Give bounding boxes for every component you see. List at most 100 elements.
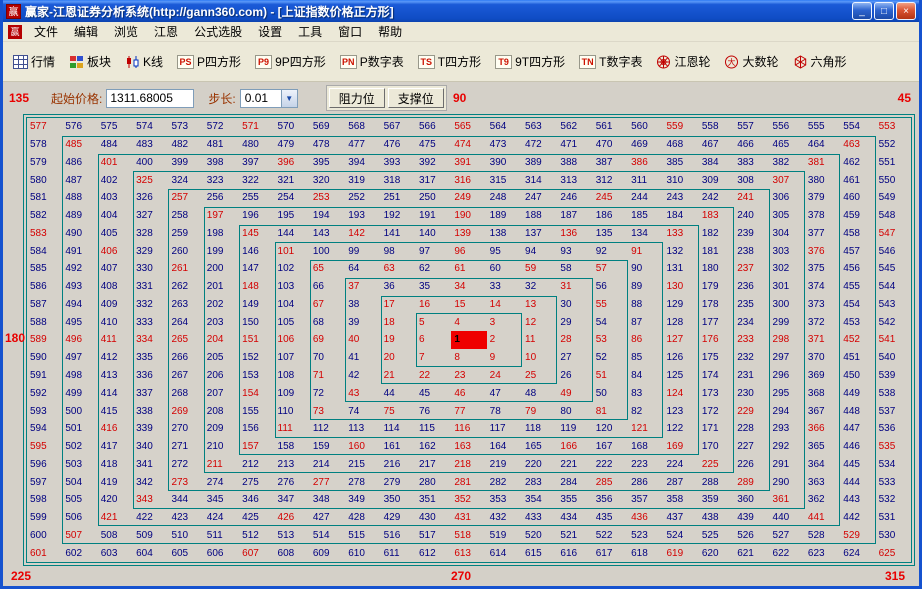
grid-cell[interactable]: 427 [310,509,345,527]
grid-cell[interactable]: 442 [840,509,875,527]
grid-cell[interactable]: 611 [381,544,416,562]
grid-cell[interactable]: 515 [345,526,380,544]
grid-cell[interactable]: 294 [770,402,805,420]
grid-cell[interactable]: 41 [345,349,380,367]
grid-cell[interactable]: 131 [663,260,698,278]
restore-button[interactable]: □ [874,2,894,20]
grid-cell[interactable]: 474 [451,136,486,154]
grid-cell[interactable]: 428 [345,509,380,527]
grid-cell[interactable]: 349 [345,491,380,509]
grid-cell[interactable]: 381 [805,154,840,172]
grid-cell[interactable]: 561 [593,118,628,136]
grid-cell[interactable]: 231 [734,367,769,385]
grid-cell[interactable]: 573 [168,118,203,136]
grid-cell[interactable]: 564 [487,118,522,136]
grid-cell[interactable]: 519 [487,526,522,544]
grid-cell[interactable]: 379 [805,189,840,207]
grid-cell[interactable]: 461 [840,171,875,189]
grid-cell[interactable]: 581 [27,189,62,207]
grid-cell[interactable]: 78 [487,402,522,420]
grid-cell[interactable]: 85 [628,349,663,367]
grid-cell[interactable]: 10 [522,349,557,367]
grid-cell[interactable]: 149 [239,296,274,314]
grid-cell[interactable]: 176 [699,331,734,349]
grid-cell[interactable]: 314 [522,171,557,189]
grid-cell[interactable]: 99 [345,242,380,260]
grid-cell[interactable]: 292 [770,438,805,456]
grid-cell[interactable]: 201 [204,278,239,296]
grid-cell[interactable]: 453 [840,313,875,331]
grid-cell[interactable]: 556 [770,118,805,136]
grid-cell[interactable]: 237 [734,260,769,278]
grid-cell[interactable]: 25 [522,367,557,385]
grid-cell[interactable]: 34 [451,278,486,296]
grid-cell[interactable]: 357 [628,491,663,509]
grid-cell[interactable]: 436 [628,509,663,527]
grid-cell[interactable]: 2 [487,331,522,349]
grid-cell[interactable]: 165 [522,438,557,456]
grid-cell[interactable]: 475 [416,136,451,154]
grid-cell[interactable]: 372 [805,313,840,331]
grid-cell[interactable]: 498 [62,367,97,385]
grid-cell[interactable]: 499 [62,384,97,402]
grid-cell[interactable]: 509 [133,526,168,544]
grid-cell[interactable]: 42 [345,367,380,385]
grid-cell[interactable]: 395 [310,154,345,172]
grid-cell[interactable]: 575 [98,118,133,136]
grid-cell[interactable]: 548 [876,207,911,225]
grid-cell[interactable]: 258 [168,207,203,225]
grid-cell[interactable]: 476 [381,136,416,154]
close-button[interactable]: × [896,2,916,20]
grid-cell[interactable]: 570 [275,118,310,136]
grid-cell[interactable]: 116 [451,420,486,438]
grid-cell[interactable]: 15 [451,296,486,314]
grid-cell[interactable]: 614 [487,544,522,562]
grid-cell[interactable]: 470 [593,136,628,154]
grid-cell[interactable]: 466 [734,136,769,154]
grid-cell[interactable]: 537 [876,402,911,420]
grid-cell[interactable]: 566 [416,118,451,136]
grid-cell[interactable]: 181 [699,242,734,260]
grid-cell[interactable]: 121 [628,420,663,438]
grid-cell[interactable]: 214 [310,455,345,473]
grid-cell[interactable]: 252 [345,189,380,207]
grid-cell[interactable]: 568 [345,118,380,136]
grid-cell[interactable]: 455 [840,278,875,296]
grid-cell[interactable]: 473 [487,136,522,154]
grid-cell[interactable]: 448 [840,402,875,420]
grid-cell[interactable]: 607 [239,544,274,562]
grid-cell[interactable]: 184 [663,207,698,225]
grid-cell[interactable]: 463 [840,136,875,154]
grid-cell[interactable]: 613 [451,544,486,562]
grid-cell[interactable]: 57 [593,260,628,278]
grid-cell[interactable]: 360 [734,491,769,509]
grid-cell[interactable]: 617 [593,544,628,562]
grid-cell[interactable]: 48 [522,384,557,402]
grid-cell[interactable]: 194 [310,207,345,225]
grid-cell[interactable]: 500 [62,402,97,420]
grid-cell[interactable]: 421 [98,509,133,527]
grid-cell[interactable]: 434 [557,509,592,527]
grid-cell[interactable]: 6 [416,331,451,349]
grid-cell[interactable]: 569 [310,118,345,136]
grid-cell[interactable]: 234 [734,313,769,331]
grid-cell[interactable]: 443 [840,491,875,509]
grid-cell[interactable]: 250 [416,189,451,207]
grid-cell[interactable]: 103 [275,278,310,296]
grid-cell[interactable]: 114 [381,420,416,438]
grid-cell[interactable]: 468 [663,136,698,154]
grid-cell[interactable]: 562 [557,118,592,136]
grid-cell[interactable]: 407 [98,260,133,278]
grid-cell[interactable]: 441 [805,509,840,527]
grid-cell[interactable]: 158 [275,438,310,456]
grid-cell[interactable]: 153 [239,367,274,385]
grid-cell[interactable]: 35 [416,278,451,296]
grid-cell[interactable]: 301 [770,278,805,296]
grid-cell[interactable]: 604 [133,544,168,562]
grid-cell[interactable]: 408 [98,278,133,296]
grid-cell[interactable]: 221 [557,455,592,473]
grid-cell[interactable]: 159 [310,438,345,456]
grid-cell[interactable]: 320 [310,171,345,189]
grid-cell[interactable]: 185 [628,207,663,225]
grid-cell[interactable]: 560 [628,118,663,136]
